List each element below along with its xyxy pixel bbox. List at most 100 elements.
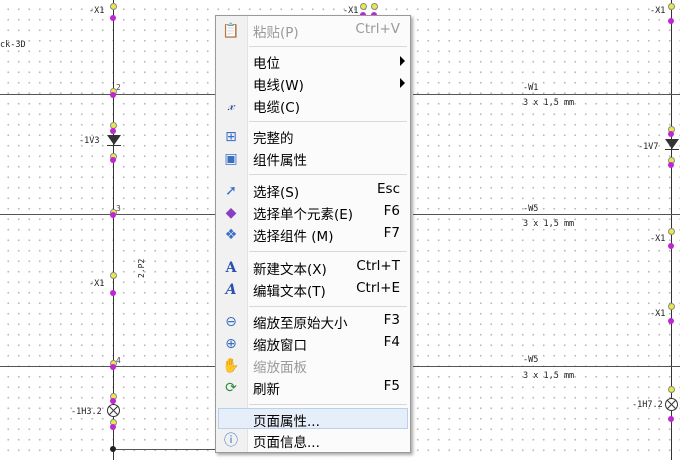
lamp-label-1h72: -1H7.2 (632, 400, 663, 410)
menu-item-label: 刷新 (253, 382, 280, 398)
menu-item-component-properties[interactable]: ▣ 组件属性 (218, 148, 408, 169)
connection-node[interactable] (110, 290, 116, 296)
terminal-node[interactable] (668, 228, 675, 235)
menu-item-label: 电位 (253, 56, 280, 72)
terminal-node[interactable] (371, 3, 378, 10)
terminal-node[interactable] (110, 272, 117, 279)
terminal-label-top-left: -X1 (89, 6, 105, 16)
horizontal-wire-3 (0, 214, 216, 215)
node-number-4: 4 (116, 356, 121, 365)
horizontal-wire-4 (0, 366, 216, 367)
menu-separator (249, 306, 407, 307)
connection-node[interactable] (668, 318, 674, 324)
wire-name-w5: -W5 (523, 204, 539, 214)
menu-separator (249, 46, 407, 47)
horizontal-wire-2-right (413, 94, 680, 95)
menu-item-edit-text[interactable]: A 编辑文本(T) Ctrl+E (218, 279, 408, 300)
menu-item-shortcut: Esc (377, 181, 400, 197)
connection-node[interactable] (668, 162, 674, 168)
diode-label-1v3: -1V3 (79, 136, 100, 146)
diode-bar (107, 145, 121, 146)
menu-item-potential[interactable]: 电位 (218, 51, 408, 72)
menu-item-label: 选择单个元素(E) (253, 207, 354, 223)
menu-item-shortcut: F6 (383, 203, 400, 219)
menu-item-label: 粘贴(P) (253, 25, 299, 41)
connection-node[interactable] (668, 18, 674, 24)
lamp-symbol[interactable] (107, 404, 120, 417)
connection-node[interactable] (110, 157, 116, 163)
diode-symbol[interactable] (107, 135, 121, 145)
component-properties-icon: ▣ (224, 151, 238, 167)
connection-node[interactable] (110, 92, 116, 98)
menu-item-zoom-window[interactable]: ⊕ 缩放窗口 F4 (218, 333, 408, 354)
new-text-icon: A (225, 260, 237, 276)
diode-bar (665, 149, 679, 150)
context-menu: 📋 粘贴(P) Ctrl+V 电位 电线(W) 𝓍 电缆(C) ⊞ 完整的 ▣ … (215, 15, 411, 453)
reference-label-ck3d: ck-3D (0, 40, 26, 50)
menu-item-complete[interactable]: ⊞ 完整的 (218, 126, 408, 147)
connection-node[interactable] (668, 131, 674, 137)
zoom-original-icon: ⊖ (225, 314, 237, 330)
menu-item-shortcut: F7 (383, 225, 400, 241)
submenu-arrow-icon (400, 78, 405, 88)
junction-dot[interactable] (110, 446, 116, 452)
menu-item-shortcut: F5 (383, 378, 400, 394)
menu-separator (249, 251, 407, 252)
menu-item-cable[interactable]: 𝓍 电缆(C) (218, 95, 408, 116)
menu-item-refresh[interactable]: ⟳ 刷新 F5 (218, 377, 408, 398)
terminal-node[interactable] (668, 3, 675, 10)
connection-node[interactable] (110, 424, 116, 430)
menu-item-zoom-panel[interactable]: ✋ 缩放面板 (218, 355, 408, 376)
menu-item-wire[interactable]: 电线(W) (218, 73, 408, 94)
terminal-label-right-2: -X1 (650, 309, 666, 319)
wire-name-w5: -W5 (523, 355, 539, 365)
menu-item-zoom-original[interactable]: ⊖ 缩放至原始大小 F3 (218, 311, 408, 332)
connection-node[interactable] (110, 128, 116, 134)
menu-item-label: 缩放至原始大小 (253, 316, 348, 332)
terminal-ref-2p2: 2.P2 (137, 258, 146, 278)
diode-label-1v7: -1V7 (638, 142, 659, 152)
select-element-icon: ◆ (225, 205, 237, 221)
wire-name-w1: -W1 (523, 83, 539, 93)
cable-icon: 𝓍 (227, 98, 235, 114)
lamp-terminal[interactable] (668, 386, 675, 393)
menu-item-shortcut: F4 (383, 334, 400, 350)
diode-symbol[interactable] (665, 139, 679, 149)
menu-item-label: 编辑文本(T) (253, 284, 326, 300)
select-arrow-icon: ➚ (225, 183, 237, 199)
lamp-symbol[interactable] (665, 398, 678, 411)
menu-item-label: 电线(W) (253, 78, 304, 94)
menu-item-page-properties[interactable]: 页面属性... (218, 408, 408, 430)
left-vertical-wire (113, 0, 114, 460)
horizontal-wire-3-right (413, 214, 680, 215)
terminal-node[interactable] (110, 3, 117, 10)
menu-item-label: 电缆(C) (253, 100, 300, 116)
connection-node[interactable] (668, 243, 674, 249)
menu-item-select-component[interactable]: ❖ 选择组件 (M) F7 (218, 224, 408, 245)
menu-separator (249, 404, 407, 405)
menu-item-label: 选择(S) (253, 185, 300, 201)
menu-item-shortcut: F3 (383, 312, 400, 328)
menu-item-label: 选择组件 (M) (253, 229, 334, 245)
page-info-icon: ⓘ (224, 433, 238, 449)
menu-item-shortcut: Ctrl+V (355, 21, 400, 37)
menu-item-page-info[interactable]: ⓘ 页面信息... (218, 430, 408, 451)
menu-item-shortcut: Ctrl+T (356, 258, 400, 274)
connection-node[interactable] (110, 15, 116, 21)
menu-item-select[interactable]: ➚ 选择(S) Esc (218, 180, 408, 201)
terminal-node[interactable] (668, 303, 675, 310)
menu-item-label: 页面属性... (253, 414, 320, 430)
zoom-window-icon: ⊕ (225, 336, 237, 352)
horizontal-wire-4-right (413, 366, 680, 367)
menu-item-shortcut: Ctrl+E (356, 280, 400, 296)
menu-item-label: 缩放窗口 (253, 338, 307, 354)
terminal-label-right-1: -X1 (650, 234, 666, 244)
menu-item-label: 完整的 (253, 131, 294, 147)
menu-separator (249, 174, 407, 175)
menu-item-paste[interactable]: 📋 粘贴(P) Ctrl+V (218, 20, 408, 41)
node-number-3: 3 (116, 204, 121, 213)
menu-item-new-text[interactable]: A 新建文本(X) Ctrl+T (218, 257, 408, 278)
menu-item-select-element[interactable]: ◆ 选择单个元素(E) F6 (218, 202, 408, 223)
terminal-node[interactable] (360, 3, 367, 10)
connection-node[interactable] (668, 416, 674, 422)
